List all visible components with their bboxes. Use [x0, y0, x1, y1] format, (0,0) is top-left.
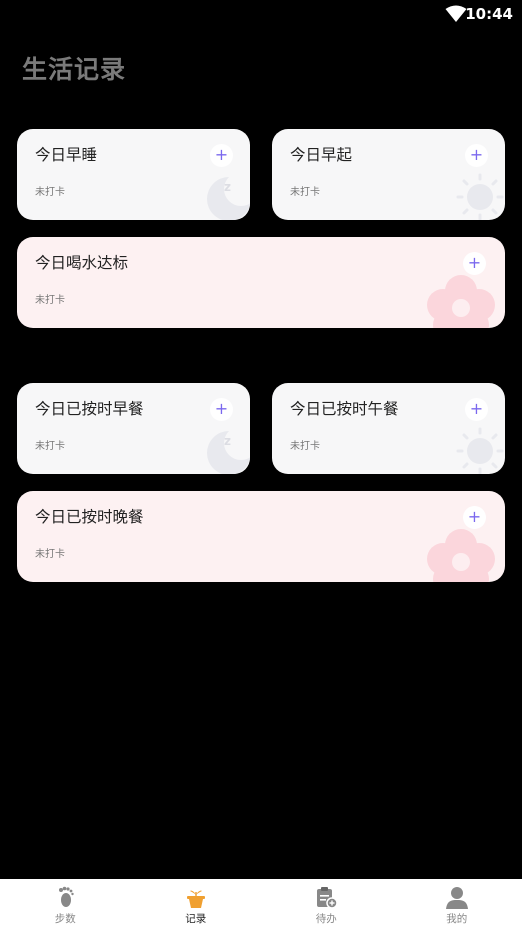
moon-icon: z [207, 427, 250, 474]
person-icon [445, 887, 468, 909]
sun-icon [456, 173, 504, 220]
nav-label: 记录 [185, 913, 207, 925]
moon-icon: z [207, 173, 250, 220]
pot-plant-icon [186, 890, 205, 908]
card-status: 未打卡 [35, 295, 65, 306]
nav-label: 我的 [446, 913, 468, 925]
card-title: 今日已按时早餐 [35, 400, 144, 418]
card-breakfast[interactable]: 今日已按时早餐 未打卡 + z [17, 383, 250, 474]
nav-label: 待办 [315, 913, 337, 925]
add-button[interactable]: + [463, 252, 486, 275]
card-dinner[interactable]: 今日已按时晚餐 未打卡 + [17, 491, 505, 582]
card-title: 今日已按时晚餐 [35, 508, 144, 526]
add-button[interactable]: + [465, 144, 488, 167]
card-sleep-early[interactable]: 今日早睡 未打卡 + z [17, 129, 250, 220]
clipboard-add-icon [317, 887, 338, 909]
wifi-icon [445, 5, 467, 22]
card-lunch[interactable]: 今日已按时午餐 未打卡 + [272, 383, 505, 474]
card-title: 今日喝水达标 [35, 254, 129, 272]
nav-label: 步数 [54, 913, 76, 925]
add-button[interactable]: + [210, 144, 233, 167]
card-water[interactable]: 今日喝水达标 未打卡 + [17, 237, 505, 328]
card-status: 未打卡 [290, 441, 320, 452]
add-button[interactable]: + [210, 398, 233, 421]
nav-item-steps[interactable]: 步数 [0, 879, 131, 930]
card-status: 未打卡 [35, 187, 65, 198]
screen: 10:44 生活记录 今日早睡 未打卡 + z 今日早起 未打卡 + 今日喝水达… [0, 0, 522, 930]
card-wake-early[interactable]: 今日早起 未打卡 + [272, 129, 505, 220]
status-bar: 10:44 [0, 0, 522, 30]
flower-icon [427, 529, 495, 582]
flower-icon [427, 275, 495, 328]
card-title: 今日已按时午餐 [290, 400, 399, 418]
sun-icon [456, 427, 504, 474]
footprint-icon [59, 886, 74, 907]
status-time: 10:44 [465, 5, 513, 23]
nav-item-record[interactable]: 记录 [131, 879, 262, 930]
page-title: 生活记录 [22, 55, 127, 84]
card-status: 未打卡 [35, 441, 65, 452]
card-status: 未打卡 [290, 187, 320, 198]
nav-item-mine[interactable]: 我的 [392, 879, 522, 930]
svg-text:z: z [224, 180, 231, 194]
svg-text:z: z [224, 434, 231, 448]
nav-item-todo[interactable]: 待办 [261, 879, 392, 930]
card-title: 今日早睡 [35, 146, 98, 164]
card-title: 今日早起 [290, 146, 353, 164]
card-status: 未打卡 [35, 549, 65, 560]
add-button[interactable]: + [463, 506, 486, 529]
bottom-nav: 步数 记录 待办 我的 [0, 879, 522, 930]
add-button[interactable]: + [465, 398, 488, 421]
